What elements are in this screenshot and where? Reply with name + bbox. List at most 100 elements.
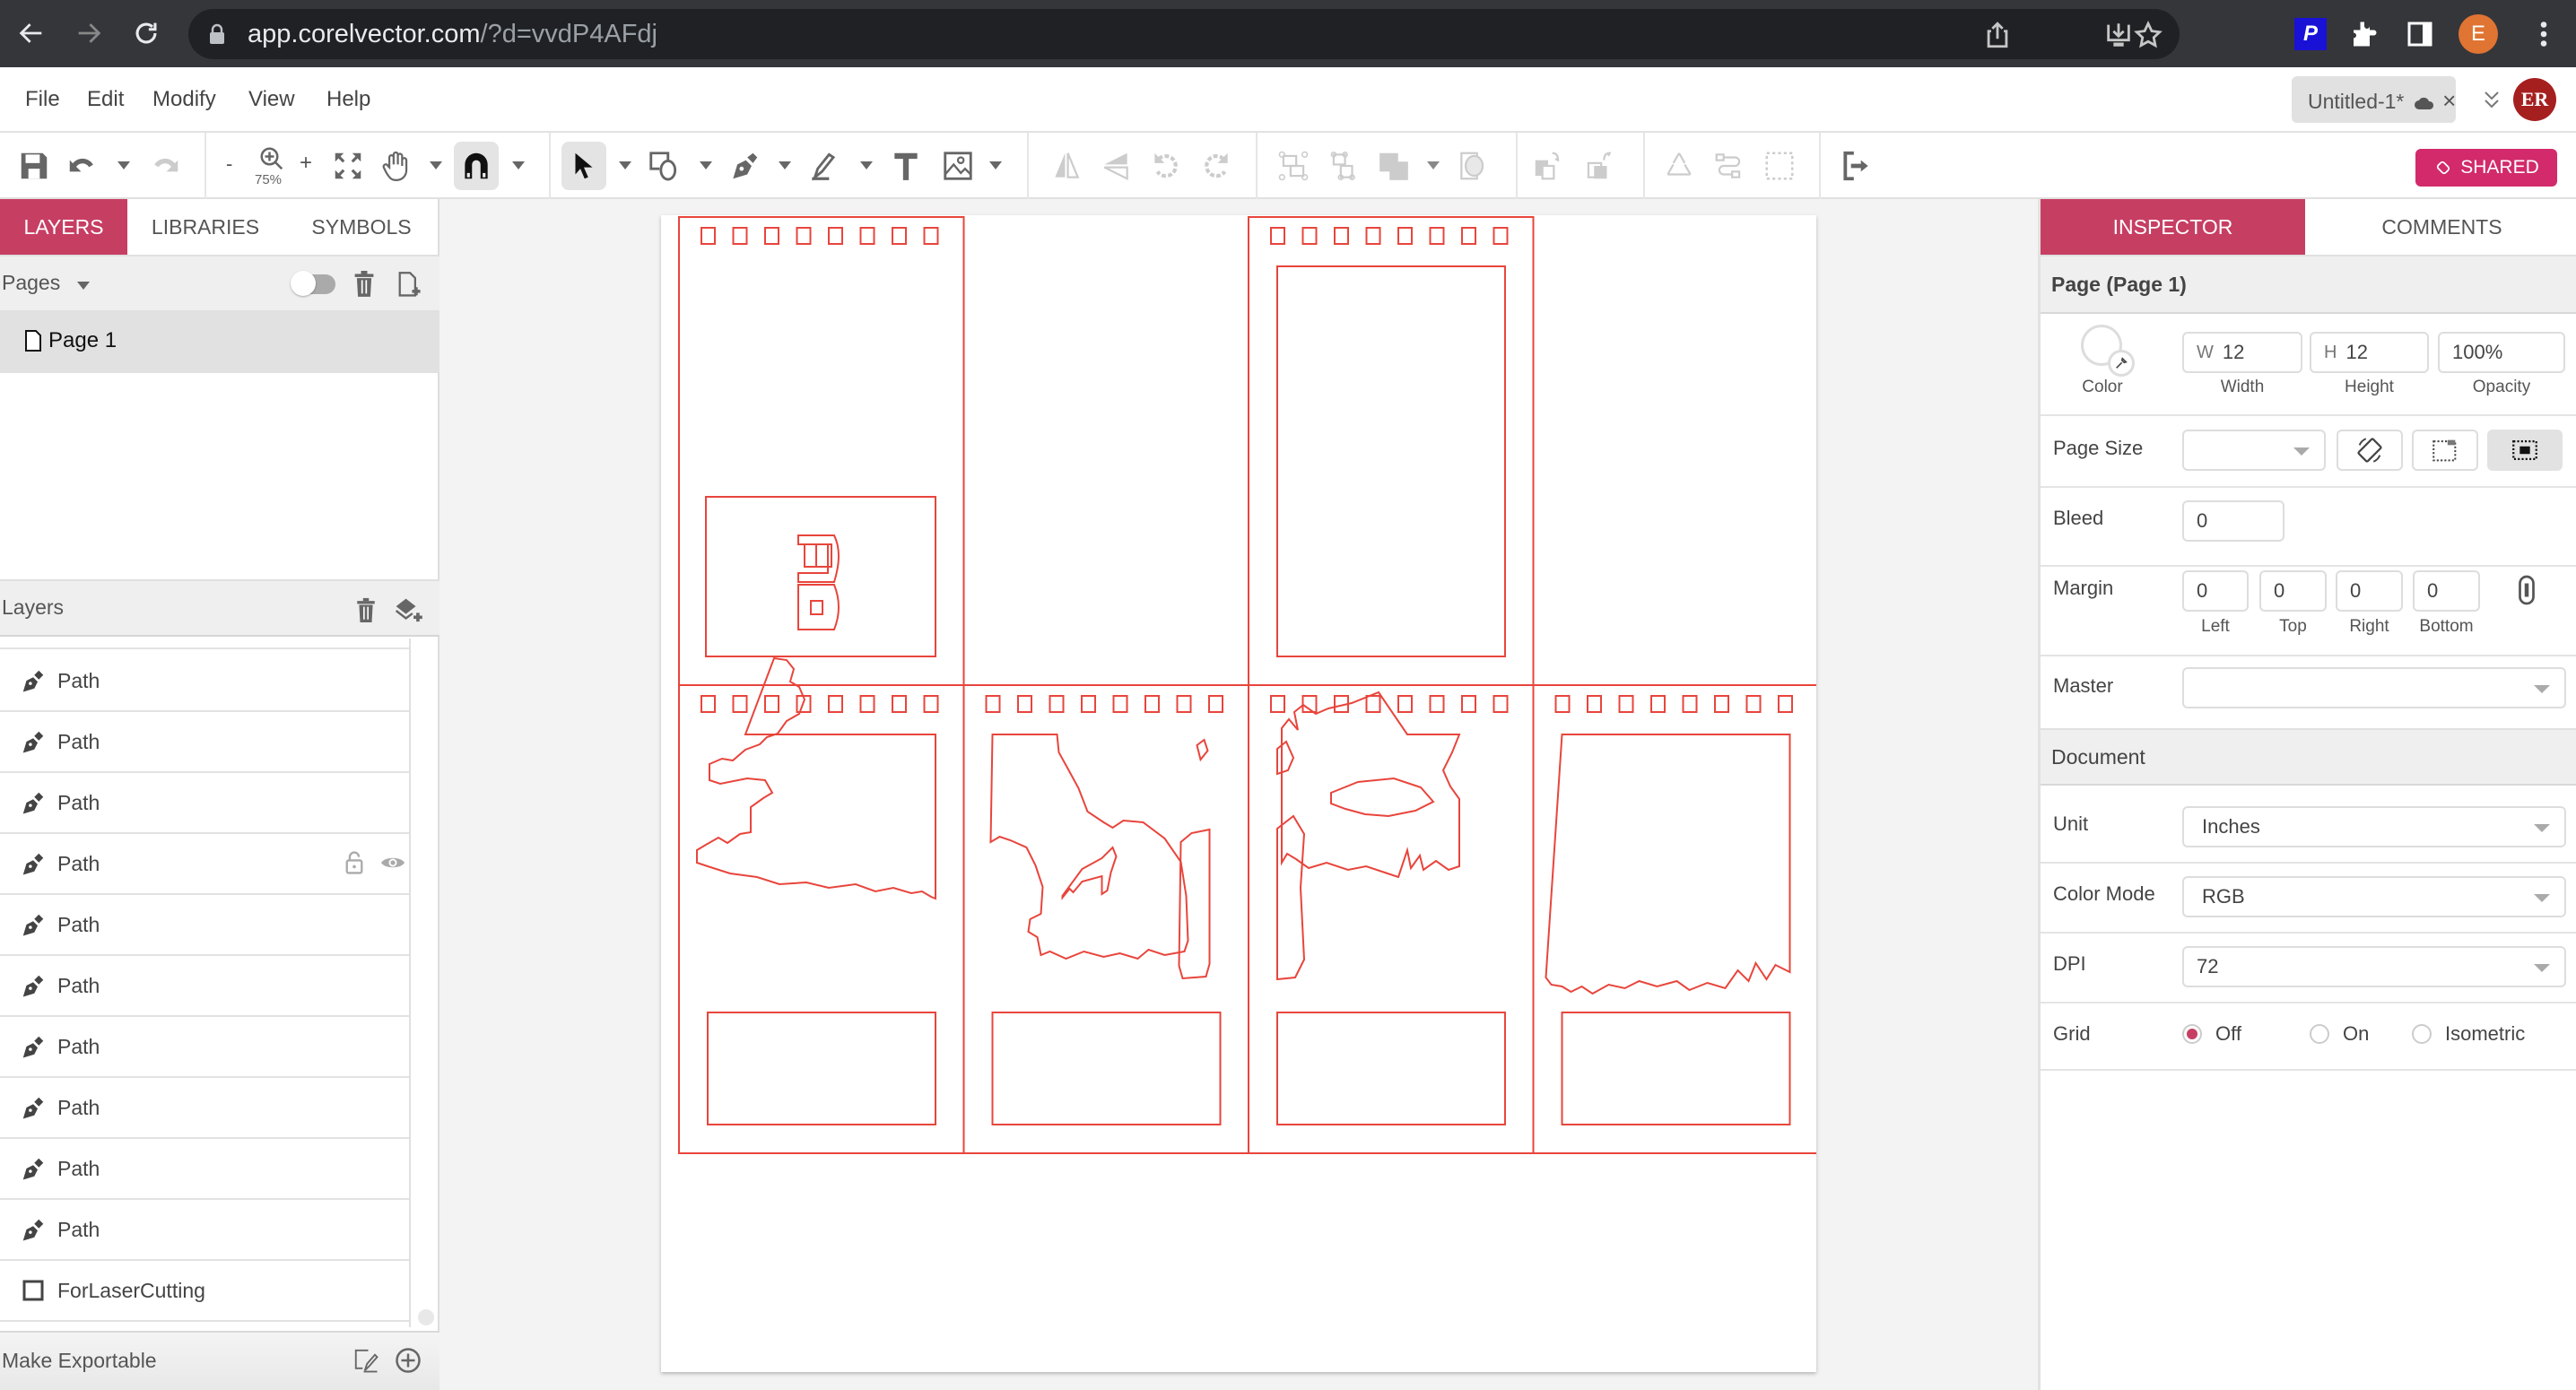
extensions-puzzle-icon[interactable] bbox=[2348, 18, 2380, 50]
tab-slot[interactable] bbox=[828, 227, 843, 245]
layer-row[interactable]: Path bbox=[0, 773, 409, 834]
tab-slot[interactable] bbox=[1429, 695, 1445, 713]
trash-icon[interactable] bbox=[352, 271, 377, 298]
shape-tool-dropdown[interactable] bbox=[700, 161, 712, 169]
width-input[interactable]: W 12 bbox=[2182, 332, 2302, 373]
select-tool-button[interactable] bbox=[561, 142, 606, 190]
eyedropper-button[interactable] bbox=[2108, 350, 2135, 377]
shape-tool-button[interactable] bbox=[644, 144, 683, 187]
tab-slot[interactable] bbox=[1081, 695, 1096, 713]
tab-layers[interactable]: LAYERS bbox=[0, 199, 127, 255]
artboard-page[interactable] bbox=[661, 215, 1816, 1372]
tab-slot[interactable] bbox=[923, 227, 939, 245]
margin-left-input[interactable]: 0 bbox=[2182, 570, 2249, 612]
tab-slot[interactable] bbox=[1778, 695, 1793, 713]
add-export-icon[interactable] bbox=[395, 1347, 422, 1374]
tab-comments[interactable]: COMMENTS bbox=[2305, 199, 2576, 255]
label-cutout[interactable] bbox=[707, 1012, 936, 1125]
tab-slot[interactable] bbox=[1208, 695, 1223, 713]
undo-history-dropdown[interactable] bbox=[117, 161, 130, 169]
layer-row[interactable]: Path bbox=[0, 1017, 409, 1078]
forward-button[interactable] bbox=[68, 13, 109, 54]
zoom-control[interactable]: 75% bbox=[251, 145, 292, 190]
grid-on-radio[interactable] bbox=[2310, 1024, 2329, 1044]
scene-grass-cutout[interactable] bbox=[1545, 734, 1791, 995]
tab-slot[interactable] bbox=[1270, 695, 1285, 713]
window-cutout[interactable] bbox=[1276, 265, 1506, 657]
tab-slot[interactable] bbox=[732, 695, 748, 713]
pen-tool-dropdown[interactable] bbox=[779, 161, 791, 169]
tab-slot[interactable] bbox=[764, 695, 779, 713]
tab-slot[interactable] bbox=[828, 695, 843, 713]
fox-cutout[interactable] bbox=[1061, 846, 1118, 900]
tab-slot[interactable] bbox=[764, 227, 779, 245]
tab-slot[interactable] bbox=[1650, 695, 1666, 713]
orientation-button[interactable] bbox=[2337, 430, 2403, 471]
bookmark-star-icon[interactable] bbox=[2133, 20, 2163, 50]
foliage-cutout[interactable] bbox=[1330, 777, 1435, 818]
user-avatar[interactable]: ER bbox=[2513, 78, 2556, 121]
tab-slot[interactable] bbox=[1587, 695, 1602, 713]
tab-slot[interactable] bbox=[1397, 695, 1413, 713]
tab-slot[interactable] bbox=[1397, 227, 1413, 245]
panel-frame[interactable] bbox=[962, 684, 1249, 1154]
opacity-input[interactable]: 100% bbox=[2438, 332, 2565, 373]
tab-slot[interactable] bbox=[1365, 227, 1381, 245]
tab-slot[interactable] bbox=[892, 227, 907, 245]
arrange-dropdown[interactable] bbox=[1427, 161, 1440, 169]
window-cutout[interactable] bbox=[705, 496, 936, 657]
side-panel-icon[interactable] bbox=[2404, 18, 2436, 50]
select-tool-dropdown[interactable] bbox=[619, 161, 631, 169]
scene-tree-cutout[interactable] bbox=[1281, 691, 1461, 879]
menu-view[interactable]: View bbox=[248, 87, 295, 112]
tab-slot[interactable] bbox=[859, 695, 875, 713]
tab-slot[interactable] bbox=[1112, 695, 1128, 713]
tab-slot[interactable] bbox=[1176, 695, 1192, 713]
kebab-menu-icon[interactable] bbox=[2528, 18, 2560, 50]
bring-forward-button[interactable] bbox=[1528, 144, 1568, 187]
eye-icon[interactable] bbox=[380, 854, 405, 872]
fit-to-selection-button[interactable] bbox=[2487, 430, 2563, 471]
tab-slot[interactable] bbox=[1144, 695, 1160, 713]
tab-slot[interactable] bbox=[1461, 227, 1476, 245]
tab-slot[interactable] bbox=[1049, 695, 1065, 713]
margin-right-input[interactable]: 0 bbox=[2336, 570, 2403, 612]
panel-frame[interactable] bbox=[1532, 684, 1817, 1154]
color-mode-select[interactable]: RGB bbox=[2182, 876, 2566, 917]
page-size-select[interactable] bbox=[2182, 430, 2326, 471]
link-margins-icon[interactable] bbox=[2516, 574, 2537, 606]
scene-forest-cutout[interactable] bbox=[989, 734, 1189, 960]
mask-button[interactable] bbox=[1453, 144, 1493, 187]
profile-avatar[interactable]: E bbox=[2459, 14, 2498, 54]
laser-cut-drawing[interactable] bbox=[661, 215, 1816, 1372]
layer-row[interactable]: ForLaserCutting bbox=[0, 1261, 409, 1322]
reload-button[interactable] bbox=[126, 13, 167, 54]
arrange-button[interactable] bbox=[1374, 144, 1414, 187]
label-cutout[interactable] bbox=[1276, 1012, 1506, 1125]
group-button[interactable] bbox=[1274, 144, 1313, 187]
menu-modify[interactable]: Modify bbox=[152, 87, 216, 112]
scene-landscape-cutout[interactable] bbox=[696, 656, 936, 900]
export-button[interactable] bbox=[1837, 144, 1876, 187]
document-tab[interactable]: Untitled-1* × bbox=[2292, 76, 2456, 123]
menu-file[interactable]: File bbox=[25, 87, 60, 112]
double-chevron-down-icon[interactable] bbox=[2483, 89, 2501, 112]
undo-button[interactable] bbox=[63, 144, 102, 187]
pan-tool-dropdown[interactable] bbox=[430, 161, 442, 169]
flip-horizontal-button[interactable] bbox=[1047, 144, 1086, 187]
dpi-select[interactable]: 72 bbox=[2182, 946, 2566, 987]
tab-slot[interactable] bbox=[1365, 695, 1381, 713]
shared-button[interactable]: SHARED bbox=[2415, 149, 2557, 187]
layer-row[interactable]: Path bbox=[0, 712, 409, 773]
tab-slot[interactable] bbox=[1554, 695, 1571, 713]
extension-p-icon[interactable]: P bbox=[2294, 18, 2327, 50]
pencil-tool-dropdown[interactable] bbox=[860, 161, 873, 169]
tab-slot[interactable] bbox=[923, 695, 939, 713]
tab-slot[interactable] bbox=[859, 227, 875, 245]
tab-slot[interactable] bbox=[1270, 227, 1285, 245]
pages-toggle[interactable] bbox=[291, 271, 335, 296]
tab-slot[interactable] bbox=[1714, 695, 1729, 713]
tab-slot[interactable] bbox=[892, 695, 907, 713]
layer-row[interactable]: Path bbox=[0, 1139, 409, 1200]
tab-slot[interactable] bbox=[1682, 695, 1698, 713]
